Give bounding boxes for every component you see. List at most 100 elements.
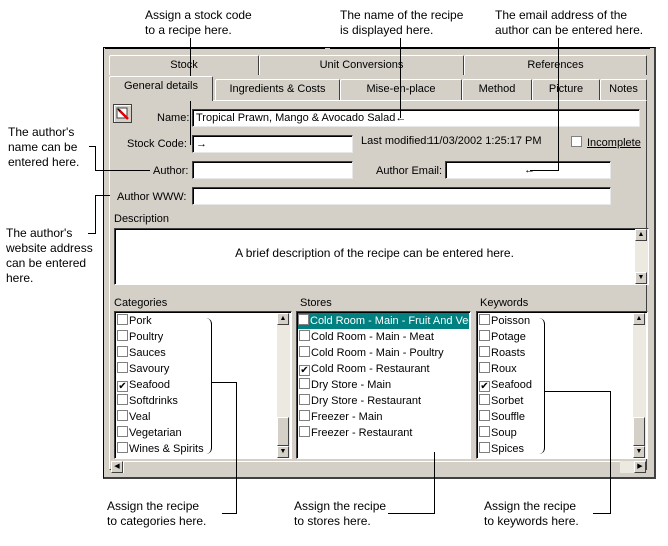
keywords-list[interactable]: Poisson Potage Roasts Roux ✔ Seafood Sorbet Sou…	[476, 311, 648, 459]
item-checkbox-checked[interactable]: ✔	[479, 381, 490, 392]
callout-author-name: The author's name can be entered here.	[8, 125, 80, 169]
item-checkbox[interactable]	[117, 442, 128, 453]
list-item[interactable]: Pork	[117, 313, 152, 329]
tab-unit-conversions[interactable]: Unit Conversions	[259, 55, 464, 75]
item-checkbox[interactable]	[298, 314, 309, 325]
scroll-down-button[interactable]: ▼	[277, 446, 289, 458]
tab-mise-en-place[interactable]: Mise-en-place	[340, 79, 462, 100]
list-item[interactable]: Roasts	[479, 345, 525, 361]
incomplete-checkbox[interactable]	[571, 136, 582, 147]
keywords-scrollbar[interactable]: ▲ ▼	[633, 313, 646, 458]
list-item[interactable]: ✔ Seafood	[479, 377, 532, 393]
item-checkbox[interactable]	[479, 394, 490, 405]
horizontal-scrollbar[interactable]: ◀ ▶	[111, 461, 646, 474]
item-checkbox[interactable]	[479, 330, 490, 341]
author-www-field[interactable]	[192, 187, 611, 205]
list-item[interactable]: Dry Store - Main	[299, 377, 391, 393]
item-checkbox[interactable]	[479, 442, 490, 453]
stores-list[interactable]: Cold Room - Main - Fruit And Veg Cold Roo…	[296, 311, 471, 459]
list-item[interactable]: Sorbet	[479, 393, 523, 409]
item-checkbox-checked[interactable]: ✔	[299, 365, 310, 376]
scroll-up-button[interactable]: ▲	[277, 313, 289, 325]
stock-code-field[interactable]: →	[192, 135, 353, 153]
item-checkbox[interactable]	[117, 410, 128, 421]
item-label: Veal	[129, 411, 151, 423]
list-item[interactable]: Softdrinks	[117, 393, 178, 409]
list-item[interactable]: Freezer - Main	[299, 409, 383, 425]
scroll-up-button[interactable]: ▲	[633, 313, 645, 325]
item-checkbox[interactable]	[117, 394, 128, 405]
leader-line	[236, 382, 237, 513]
list-item[interactable]: Veal	[117, 409, 150, 425]
list-item[interactable]: Potage	[479, 329, 526, 345]
scroll-down-button[interactable]: ▼	[633, 446, 645, 458]
item-label: Savoury	[129, 363, 170, 375]
item-checkbox[interactable]	[299, 378, 310, 389]
list-item[interactable]: Poisson	[479, 313, 530, 329]
item-label: Pork	[129, 315, 152, 327]
list-item[interactable]: Dry Store - Restaurant	[299, 393, 421, 409]
name-field[interactable]: Tropical Prawn, Mango & Avocado Salad←	[192, 109, 640, 127]
tab-picture[interactable]: Picture	[532, 79, 600, 100]
list-item[interactable]: Freezer - Restaurant	[299, 425, 412, 441]
tab-method[interactable]: Method	[462, 79, 532, 100]
author-field[interactable]	[192, 161, 353, 179]
item-checkbox[interactable]	[479, 410, 490, 421]
list-item[interactable]: Vegetarian	[117, 425, 182, 441]
scroll-down-button[interactable]: ▼	[635, 272, 647, 284]
leader-line	[95, 170, 150, 171]
scroll-track[interactable]	[123, 461, 620, 473]
tab-notes[interactable]: Notes	[600, 79, 647, 100]
list-item[interactable]: Sauces	[117, 345, 166, 361]
scroll-left-button[interactable]: ◀	[111, 461, 123, 473]
item-label: Dry Store - Main	[311, 379, 392, 391]
tab-ingredients-costs[interactable]: Ingredients & Costs	[215, 79, 340, 100]
list-item[interactable]: Savoury	[117, 361, 169, 377]
item-checkbox[interactable]	[117, 346, 128, 357]
item-checkbox[interactable]	[479, 362, 490, 373]
item-checkbox[interactable]	[479, 346, 490, 357]
list-item[interactable]: Souffle	[479, 409, 525, 425]
list-item[interactable]: Cold Room - Main - Poultry	[299, 345, 444, 361]
general-details-panel: Name: Tropical Prawn, Mango & Avocado Sa…	[109, 100, 649, 474]
leader-line	[388, 513, 435, 514]
item-checkbox[interactable]	[117, 314, 128, 325]
list-item[interactable]: Wines & Spirits	[117, 441, 204, 457]
item-checkbox[interactable]	[117, 330, 128, 341]
item-checkbox[interactable]	[479, 426, 490, 437]
scroll-thumb[interactable]	[633, 417, 645, 446]
list-item[interactable]: Spices	[479, 441, 524, 457]
scroll-right-button[interactable]: ▶	[634, 461, 646, 473]
list-item[interactable]: Poultry	[117, 329, 163, 345]
list-item[interactable]: ✔ Cold Room - Restaurant	[299, 361, 430, 377]
item-checkbox[interactable]	[299, 410, 310, 421]
tab-references[interactable]: References	[464, 55, 647, 75]
list-item[interactable]: Roux	[479, 361, 517, 377]
categories-scrollbar[interactable]: ▲ ▼	[277, 313, 290, 458]
description-scrollbar[interactable]: ▲ ▼	[635, 229, 648, 284]
item-checkbox[interactable]	[299, 426, 310, 437]
item-checkbox[interactable]	[299, 394, 310, 405]
leader-line	[400, 38, 401, 118]
scroll-up-button[interactable]: ▲	[635, 229, 647, 241]
tab-stock[interactable]: Stock	[109, 55, 259, 75]
incomplete-label[interactable]: Incomplete	[587, 136, 641, 150]
item-checkbox-checked[interactable]: ✔	[117, 381, 128, 392]
list-item[interactable]: Soup	[479, 425, 517, 441]
list-item[interactable]: ✔ Seafood	[117, 377, 170, 393]
scroll-thumb[interactable]	[620, 461, 634, 473]
item-checkbox[interactable]	[117, 426, 128, 437]
list-item[interactable]: Cold Room - Main - Meat	[299, 329, 434, 345]
categories-list[interactable]: Pork Poultry Sauces Savoury ✔ Seafood Softdrin…	[114, 311, 292, 459]
item-checkbox[interactable]	[299, 330, 310, 341]
scroll-thumb[interactable]	[277, 417, 289, 446]
item-checkbox[interactable]	[117, 362, 128, 373]
list-item[interactable]: Cold Room - Main - Fruit And Veg	[298, 313, 470, 329]
edit-button[interactable]	[113, 104, 132, 123]
author-email-field[interactable]: ←	[445, 161, 611, 179]
description-field[interactable]: A brief description of the recipe can be…	[114, 228, 649, 285]
tab-general-details[interactable]: General details	[109, 76, 213, 101]
item-checkbox[interactable]	[299, 346, 310, 357]
stock-code-label: Stock Code:	[127, 138, 187, 150]
item-checkbox[interactable]	[479, 314, 490, 325]
